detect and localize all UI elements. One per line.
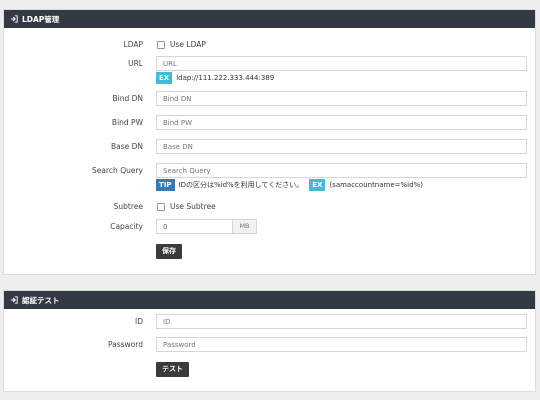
capacity-input[interactable] <box>156 219 233 234</box>
auth-test-panel: 認証テスト ID Password テスト <box>3 290 536 392</box>
ldap-panel-title: LDAP管理 <box>22 14 60 24</box>
bind-pw-label: Bind PW <box>111 118 143 127</box>
url-example: EX ldap://111.222.333.444:389 <box>156 72 274 84</box>
auth-panel-header: 認証テスト <box>4 291 535 309</box>
example-badge: EX <box>309 179 326 191</box>
ldap-settings-panel: LDAP管理 LDAP Use LDAP URL EX ldap://111.2… <box>3 9 536 275</box>
use-ldap-checkbox[interactable]: Use LDAP <box>157 40 206 49</box>
tip-badge: TIP <box>156 179 175 191</box>
search-query-example-text: (samaccountname=%id%) <box>329 181 423 189</box>
search-query-hint: TIP IDの区分は%id%を利用してください。 EX (samaccountn… <box>156 179 423 191</box>
capacity-unit: MB <box>233 219 257 234</box>
tip-text: IDの区分は%id%を利用してください。 <box>178 181 304 189</box>
password-label: Password <box>107 340 143 349</box>
url-example-text: ldap://111.222.333.444:389 <box>176 74 275 82</box>
base-dn-input[interactable] <box>156 139 527 154</box>
test-button[interactable]: テスト <box>156 362 189 377</box>
ldap-label: LDAP <box>123 40 143 49</box>
sign-in-icon <box>10 15 18 23</box>
auth-panel-title: 認証テスト <box>22 295 60 305</box>
url-input[interactable] <box>156 56 527 71</box>
checkbox-box[interactable] <box>157 202 165 211</box>
subtree-label: Subtree <box>113 202 143 211</box>
search-query-label: Search Query <box>92 166 143 175</box>
use-subtree-label: Use Subtree <box>170 202 216 211</box>
bind-dn-label: Bind DN <box>112 94 143 103</box>
url-label: URL <box>128 59 143 68</box>
bind-pw-input[interactable] <box>156 115 527 130</box>
id-label: ID <box>135 317 143 326</box>
sign-in-icon <box>10 296 18 304</box>
base-dn-label: Base DN <box>110 142 143 151</box>
search-query-input[interactable] <box>156 163 527 178</box>
save-button[interactable]: 保存 <box>156 244 182 259</box>
ldap-panel-header: LDAP管理 <box>4 10 535 28</box>
use-subtree-checkbox[interactable]: Use Subtree <box>157 202 216 211</box>
checkbox-box[interactable] <box>157 40 165 49</box>
id-input[interactable] <box>156 314 527 329</box>
use-ldap-label: Use LDAP <box>170 40 206 49</box>
bind-dn-input[interactable] <box>156 91 527 106</box>
example-badge: EX <box>156 72 173 84</box>
capacity-label: Capacity <box>110 222 143 231</box>
password-input[interactable] <box>156 337 527 352</box>
